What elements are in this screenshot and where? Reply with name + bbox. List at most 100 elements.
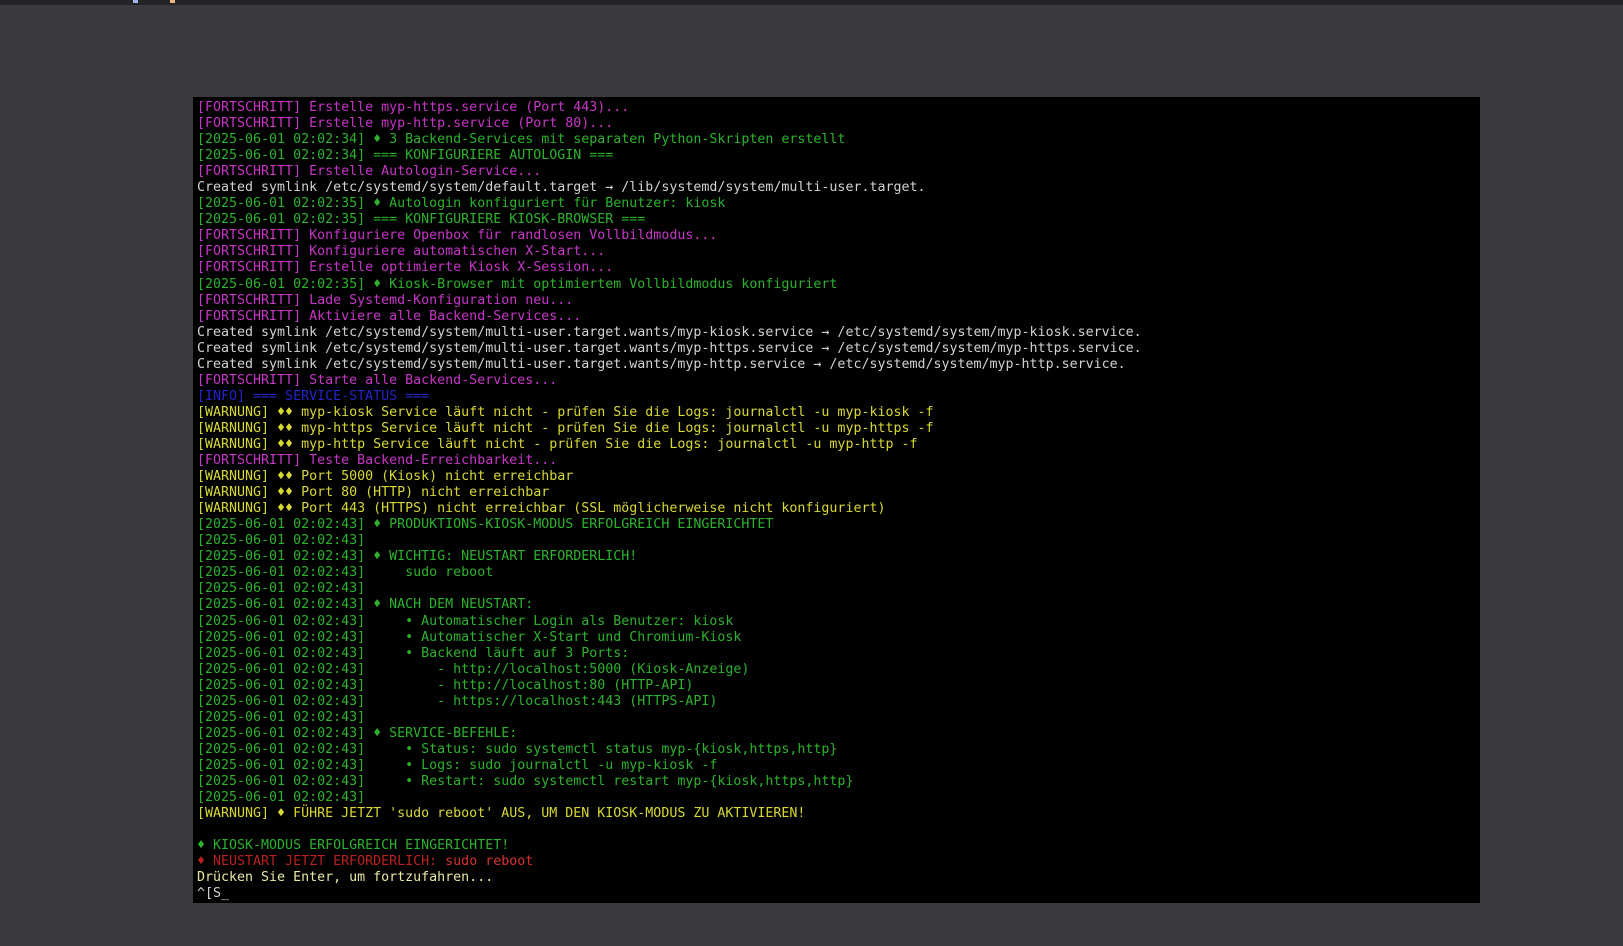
terminal-line xyxy=(197,822,1476,838)
terminal-line: [2025-06-01 02:02:43] • Backend läuft au… xyxy=(197,646,1476,662)
terminal[interactable]: [FORTSCHRITT] Erstelle myp-https.service… xyxy=(193,97,1480,903)
terminal-line: [FORTSCHRITT] Erstelle Autologin-Service… xyxy=(197,164,1476,180)
terminal-text-segment: [2025-06-01 02:02:34] ♦ 3 Backend-Servic… xyxy=(197,132,845,147)
terminal-line: [WARNUNG] ♦♦ Port 80 (HTTP) nicht erreic… xyxy=(197,485,1476,501)
terminal-text-segment: [2025-06-01 02:02:43] • Logs: sudo journ… xyxy=(197,758,717,773)
top-edge-speck xyxy=(133,0,138,3)
terminal-text-segment: [FORTSCHRITT] Starte alle Backend-Servic… xyxy=(197,373,557,388)
terminal-text-segment: sudo reboot xyxy=(445,854,533,869)
terminal-text-segment: [2025-06-01 02:02:43] ♦ NACH DEM NEUSTAR… xyxy=(197,597,533,612)
terminal-line: ♦ NEUSTART JETZT ERFORDERLICH: sudo rebo… xyxy=(197,854,1476,870)
terminal-text-segment: [2025-06-01 02:02:43] • Backend läuft au… xyxy=(197,646,629,661)
terminal-line: [2025-06-01 02:02:43] • Status: sudo sys… xyxy=(197,742,1476,758)
terminal-text-segment: Created symlink /etc/systemd/system/mult… xyxy=(197,341,1142,356)
terminal-line: [WARNUNG] ♦♦ Port 5000 (Kiosk) nicht err… xyxy=(197,469,1476,485)
terminal-line: [2025-06-01 02:02:43] • Logs: sudo journ… xyxy=(197,758,1476,774)
terminal-text-segment: Created symlink /etc/systemd/system/defa… xyxy=(197,180,926,195)
terminal-line: [2025-06-01 02:02:34] === KONFIGURIERE A… xyxy=(197,148,1476,164)
terminal-text-segment: [WARNUNG] ♦ FÜHRE JETZT 'sudo reboot' AU… xyxy=(197,806,805,821)
terminal-text-segment: [FORTSCHRITT] Teste Backend-Erreichbarke… xyxy=(197,453,557,468)
terminal-line: Drücken Sie Enter, um fortzufahren... xyxy=(197,870,1476,886)
terminal-text-segment: [2025-06-01 02:02:34] === KONFIGURIERE A… xyxy=(197,148,613,163)
terminal-text-segment: [FORTSCHRITT] Erstelle Autologin-Service… xyxy=(197,164,541,179)
terminal-text-segment: [2025-06-01 02:02:43] ♦ WICHTIG: NEUSTAR… xyxy=(197,549,637,564)
terminal-text-segment: [FORTSCHRITT] Aktiviere alle Backend-Ser… xyxy=(197,309,581,324)
terminal-text-segment: Created symlink /etc/systemd/system/mult… xyxy=(197,325,1142,340)
terminal-output: [FORTSCHRITT] Erstelle myp-https.service… xyxy=(197,100,1476,902)
terminal-line: [2025-06-01 02:02:43] ♦ PRODUKTIONS-KIOS… xyxy=(197,517,1476,533)
terminal-line: [FORTSCHRITT] Konfiguriere automatischen… xyxy=(197,244,1476,260)
terminal-line: [FORTSCHRITT] Erstelle myp-http.service … xyxy=(197,116,1476,132)
terminal-text-segment: [2025-06-01 02:02:43] sudo reboot xyxy=(197,565,493,580)
terminal-text-segment: [2025-06-01 02:02:43] - http://localhost… xyxy=(197,662,749,677)
terminal-line: [2025-06-01 02:02:43] - http://localhost… xyxy=(197,678,1476,694)
terminal-text-segment: [2025-06-01 02:02:43] xyxy=(197,533,365,548)
terminal-line: Created symlink /etc/systemd/system/mult… xyxy=(197,341,1476,357)
terminal-text-segment: [WARNUNG] ♦♦ Port 80 (HTTP) nicht erreic… xyxy=(197,485,549,500)
terminal-text-segment: [2025-06-01 02:02:43] - https://localhos… xyxy=(197,694,717,709)
terminal-line: [2025-06-01 02:02:43] • Restart: sudo sy… xyxy=(197,774,1476,790)
terminal-text-segment: [2025-06-01 02:02:43] ♦ PRODUKTIONS-KIOS… xyxy=(197,517,773,532)
terminal-line: [FORTSCHRITT] Erstelle myp-https.service… xyxy=(197,100,1476,116)
terminal-line: [INFO] === SERVICE-STATUS === xyxy=(197,389,1476,405)
terminal-text-segment: [2025-06-01 02:02:43] xyxy=(197,790,365,805)
terminal-text-segment: [2025-06-01 02:02:43] - http://localhost… xyxy=(197,678,693,693)
terminal-text-segment: [FORTSCHRITT] Konfiguriere Openbox für r… xyxy=(197,228,717,243)
terminal-line: [2025-06-01 02:02:43] sudo reboot xyxy=(197,565,1476,581)
terminal-line: [WARNUNG] ♦♦ myp-http Service läuft nich… xyxy=(197,437,1476,453)
terminal-text-segment: [2025-06-01 02:02:43] • Restart: sudo sy… xyxy=(197,774,853,789)
terminal-line: [WARNUNG] ♦♦ myp-kiosk Service läuft nic… xyxy=(197,405,1476,421)
top-edge-speck xyxy=(170,0,175,3)
terminal-line: [2025-06-01 02:02:43] ♦ WICHTIG: NEUSTAR… xyxy=(197,549,1476,565)
terminal-line: Created symlink /etc/systemd/system/mult… xyxy=(197,357,1476,373)
terminal-line: [2025-06-01 02:02:43] ♦ NACH DEM NEUSTAR… xyxy=(197,597,1476,613)
terminal-text-segment: [WARNUNG] ♦♦ myp-kiosk Service läuft nic… xyxy=(197,405,934,420)
terminal-text-segment: [2025-06-01 02:02:35] ♦ Kiosk-Browser mi… xyxy=(197,277,837,292)
terminal-line: [2025-06-01 02:02:35] ♦ Autologin konfig… xyxy=(197,196,1476,212)
terminal-text-segment: ♦ NEUSTART JETZT ERFORDERLICH: xyxy=(197,854,445,869)
terminal-text-segment: [FORTSCHRITT] Erstelle myp-https.service… xyxy=(197,100,629,115)
terminal-text-segment: [2025-06-01 02:02:43] ♦ SERVICE-BEFEHLE: xyxy=(197,726,517,741)
terminal-text-segment: [2025-06-01 02:02:43] • Automatischer X-… xyxy=(197,630,741,645)
terminal-line: ♦ KIOSK-MODUS ERFOLGREICH EINGERICHTET! xyxy=(197,838,1476,854)
terminal-line: [2025-06-01 02:02:43] xyxy=(197,710,1476,726)
terminal-line: [2025-06-01 02:02:43] - http://localhost… xyxy=(197,662,1476,678)
terminal-cursor: _ xyxy=(221,886,229,901)
terminal-line: [2025-06-01 02:02:43] - https://localhos… xyxy=(197,694,1476,710)
terminal-line: [WARNUNG] ♦ FÜHRE JETZT 'sudo reboot' AU… xyxy=(197,806,1476,822)
terminal-text-segment: ♦ KIOSK-MODUS ERFOLGREICH EINGERICHTET! xyxy=(197,838,509,853)
terminal-line: [2025-06-01 02:02:43] • Automatischer Lo… xyxy=(197,614,1476,630)
terminal-line: [WARNUNG] ♦♦ Port 443 (HTTPS) nicht erre… xyxy=(197,501,1476,517)
terminal-line: [FORTSCHRITT] Aktiviere alle Backend-Ser… xyxy=(197,309,1476,325)
terminal-text-segment: [2025-06-01 02:02:43] • Status: sudo sys… xyxy=(197,742,837,757)
terminal-text-segment: Drücken Sie Enter, um fortzufahren... xyxy=(197,870,493,885)
terminal-line: [2025-06-01 02:02:43] xyxy=(197,533,1476,549)
terminal-line: [FORTSCHRITT] Starte alle Backend-Servic… xyxy=(197,373,1476,389)
terminal-line: [2025-06-01 02:02:35] ♦ Kiosk-Browser mi… xyxy=(197,277,1476,293)
terminal-text-segment: [2025-06-01 02:02:43] xyxy=(197,581,365,596)
terminal-text-segment: [FORTSCHRITT] Erstelle optimierte Kiosk … xyxy=(197,260,613,275)
terminal-text-segment: [WARNUNG] ♦♦ myp-https Service läuft nic… xyxy=(197,421,934,436)
terminal-text-segment: [WARNUNG] ♦♦ myp-http Service läuft nich… xyxy=(197,437,918,452)
terminal-line: [2025-06-01 02:02:43] ♦ SERVICE-BEFEHLE: xyxy=(197,726,1476,742)
terminal-text-segment: [INFO] === SERVICE-STATUS === xyxy=(197,389,429,404)
terminal-line: [WARNUNG] ♦♦ myp-https Service läuft nic… xyxy=(197,421,1476,437)
top-edge-bar xyxy=(0,0,1623,5)
terminal-text-segment: [FORTSCHRITT] Konfiguriere automatischen… xyxy=(197,244,605,259)
terminal-text-segment: [2025-06-01 02:02:43] xyxy=(197,710,365,725)
terminal-text-segment: [2025-06-01 02:02:35] === KONFIGURIERE K… xyxy=(197,212,645,227)
terminal-line: Created symlink /etc/systemd/system/defa… xyxy=(197,180,1476,196)
terminal-text-segment: Created symlink /etc/systemd/system/mult… xyxy=(197,357,1126,372)
terminal-line: ^[S_ xyxy=(197,886,1476,902)
terminal-text-segment: [WARNUNG] ♦♦ Port 443 (HTTPS) nicht erre… xyxy=(197,501,885,516)
terminal-line: [2025-06-01 02:02:35] === KONFIGURIERE K… xyxy=(197,212,1476,228)
terminal-line: [FORTSCHRITT] Teste Backend-Erreichbarke… xyxy=(197,453,1476,469)
terminal-text-segment: [FORTSCHRITT] Lade Systemd-Konfiguration… xyxy=(197,293,573,308)
terminal-line: [FORTSCHRITT] Erstelle optimierte Kiosk … xyxy=(197,260,1476,276)
terminal-text-segment: [WARNUNG] ♦♦ Port 5000 (Kiosk) nicht err… xyxy=(197,469,573,484)
terminal-line: [2025-06-01 02:02:43] • Automatischer X-… xyxy=(197,630,1476,646)
terminal-text-segment: ^[S xyxy=(197,886,221,901)
terminal-line: [FORTSCHRITT] Lade Systemd-Konfiguration… xyxy=(197,293,1476,309)
terminal-line: Created symlink /etc/systemd/system/mult… xyxy=(197,325,1476,341)
terminal-line: [2025-06-01 02:02:34] ♦ 3 Backend-Servic… xyxy=(197,132,1476,148)
